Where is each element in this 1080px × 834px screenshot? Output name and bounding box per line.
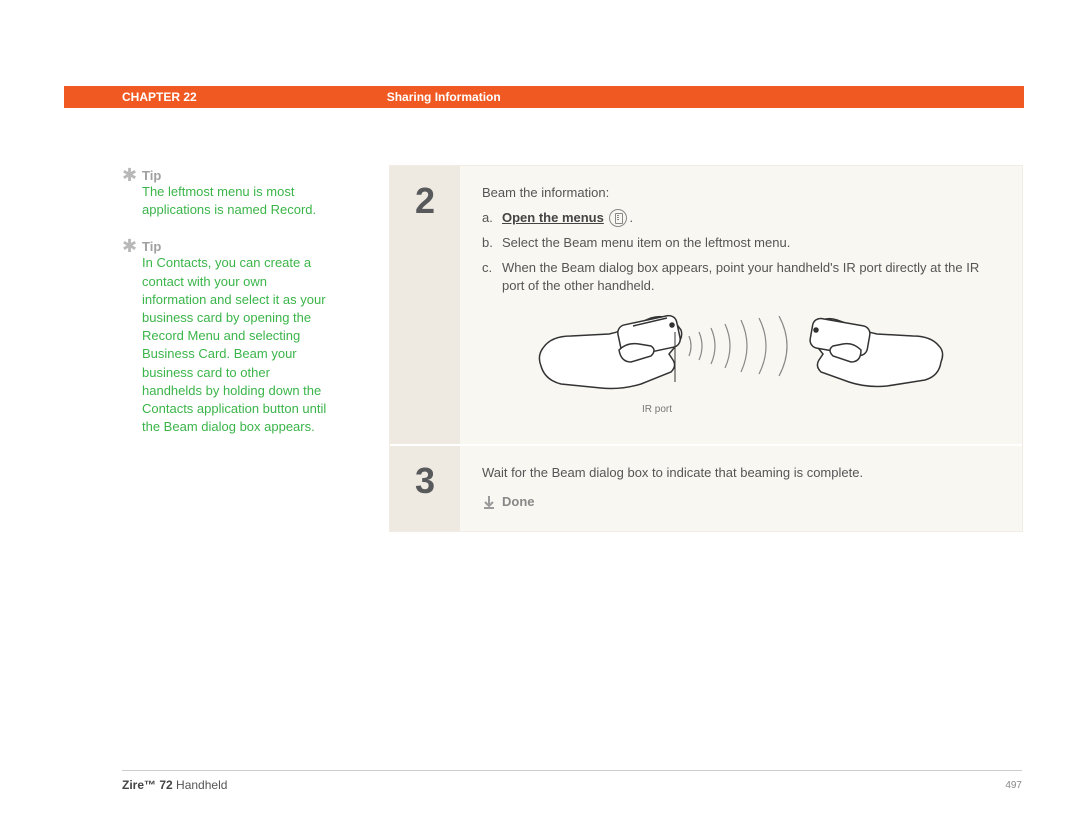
substep-text: Select the Beam menu item on the leftmos… [502,234,1000,253]
step-text: Wait for the Beam dialog box to indicate… [482,464,1000,483]
product-name-bold: Zire™ 72 [122,778,173,792]
substep-c: c. When the Beam dialog box appears, poi… [482,259,1000,297]
tip-heading: Tip [142,168,332,183]
tips-sidebar: ✱ Tip The leftmost menu is most applicat… [122,168,332,456]
footer-product: Zire™ 72 Handheld [122,778,227,792]
footer-divider [122,770,1022,771]
tip-2: ✱ Tip In Contacts, you can create a cont… [122,239,332,436]
step-2: 2 Beam the information: a. Open the menu… [390,166,1022,446]
tip-1: ✱ Tip The leftmost menu is most applicat… [122,168,332,219]
step-content: Wait for the Beam dialog box to indicate… [460,446,1022,532]
product-name-rest: Handheld [173,778,228,792]
substep-text: Open the menus . [502,209,1000,228]
tip-body: The leftmost menu is most applications i… [142,183,332,219]
substep-b: b. Select the Beam menu item on the left… [482,234,1000,253]
step-intro: Beam the information: [482,184,1000,203]
page-header-bar: CHAPTER 22 Sharing Information [64,86,1024,108]
step-3: 3 Wait for the Beam dialog box to indica… [390,446,1022,532]
chapter-label: CHAPTER 22 [122,90,197,104]
done-indicator: Done [482,493,1000,512]
asterisk-icon: ✱ [122,168,137,182]
ir-beam-illustration: IR port [482,306,1000,418]
down-arrow-icon [482,495,496,509]
done-label: Done [502,493,535,512]
asterisk-icon: ✱ [122,239,137,253]
steps-panel: 2 Beam the information: a. Open the menu… [389,165,1023,532]
section-title: Sharing Information [387,90,501,104]
substep-letter: c. [482,259,502,278]
tip-body: In Contacts, you can create a contact wi… [142,254,332,436]
substep-letter: a. [482,209,502,228]
step-number: 3 [390,446,460,532]
step-number: 2 [390,166,460,444]
step-content: Beam the information: a. Open the menus … [460,166,1022,444]
page-number: 497 [1005,780,1022,791]
substep-a: a. Open the menus . [482,209,1000,228]
substep-text: When the Beam dialog box appears, point … [502,259,1000,297]
open-menus-link[interactable]: Open the menus [502,210,604,225]
tip-heading: Tip [142,239,332,254]
substep-letter: b. [482,234,502,253]
ir-port-label: IR port [398,403,916,418]
menu-icon [609,209,627,227]
